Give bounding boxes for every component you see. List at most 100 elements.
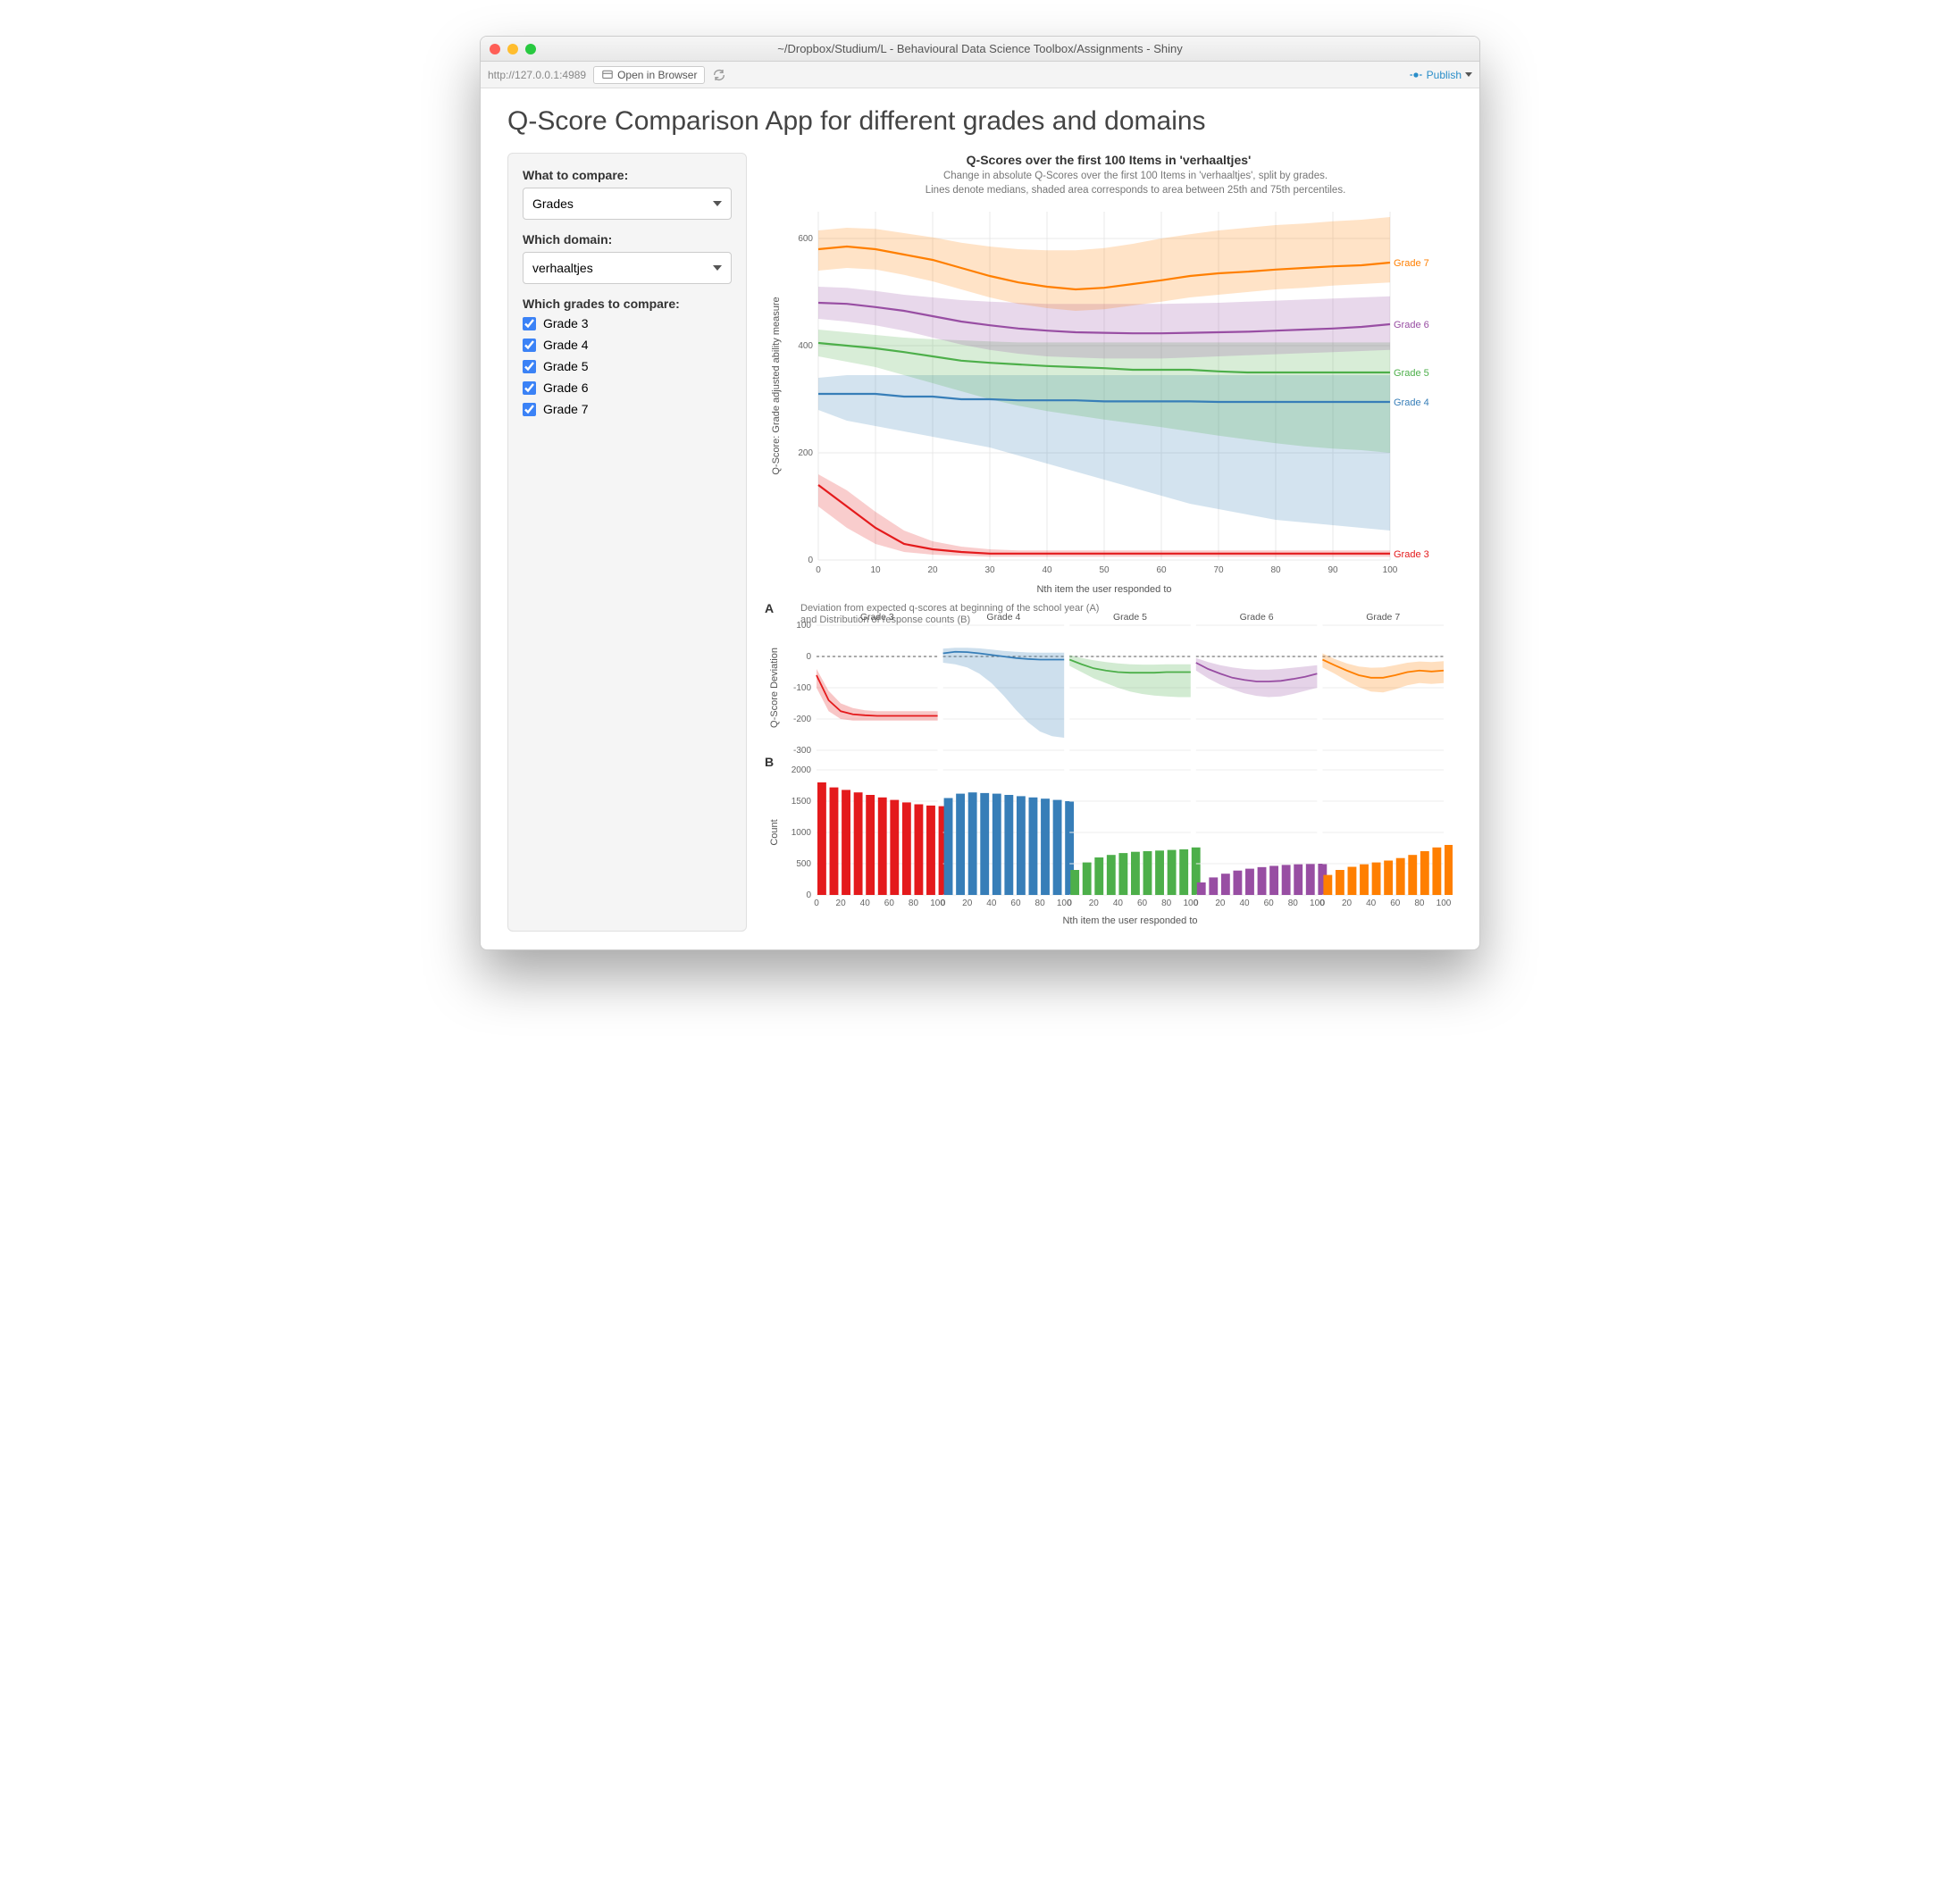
svg-text:60: 60 [1264, 899, 1275, 908]
svg-text:40: 40 [1366, 899, 1377, 908]
domain-select[interactable]: verhaaltjes [523, 252, 732, 284]
svg-text:B: B [765, 755, 774, 769]
checkbox-input[interactable] [523, 381, 536, 395]
svg-text:60: 60 [1137, 899, 1148, 908]
svg-text:60: 60 [884, 899, 895, 908]
chart1-svg: 02004006000102030405060708090100Grade 3G… [765, 203, 1453, 596]
svg-text:100: 100 [1383, 565, 1398, 575]
svg-text:1000: 1000 [792, 828, 812, 838]
checkbox-input[interactable] [523, 360, 536, 373]
chevron-down-icon [713, 265, 722, 271]
open-browser-button[interactable]: Open in Browser [593, 66, 705, 84]
svg-text:20: 20 [836, 899, 847, 908]
svg-text:1500: 1500 [792, 797, 812, 807]
checkbox-input[interactable] [523, 317, 536, 330]
svg-text:Grade 6: Grade 6 [1240, 612, 1274, 623]
svg-text:40: 40 [1042, 565, 1052, 575]
chart1-subtitle: Change in absolute Q-Scores over the fir… [818, 169, 1453, 197]
svg-text:Deviation from expected q-scor: Deviation from expected q-scores at begi… [800, 603, 1099, 614]
checkbox-label: Grade 4 [543, 338, 589, 352]
svg-text:Nth item the user responded to: Nth item the user responded to [1062, 915, 1197, 926]
svg-text:0: 0 [806, 890, 811, 900]
svg-text:60: 60 [1390, 899, 1401, 908]
svg-text:80: 80 [1270, 565, 1281, 575]
svg-text:0: 0 [806, 652, 811, 662]
svg-text:40: 40 [986, 899, 997, 908]
svg-text:-300: -300 [793, 746, 811, 756]
grade-checkbox[interactable]: Grade 7 [523, 402, 732, 416]
chevron-down-icon [1465, 72, 1472, 77]
svg-text:40: 40 [860, 899, 871, 908]
checkbox-input[interactable] [523, 403, 536, 416]
chart1-title: Q-Scores over the first 100 Items in 've… [765, 153, 1453, 167]
svg-text:100: 100 [1436, 899, 1452, 908]
titlebar: ~/Dropbox/Studium/L - Behavioural Data S… [481, 37, 1479, 62]
main-panel: Q-Scores over the first 100 Items in 've… [765, 153, 1453, 932]
svg-text:40: 40 [1113, 899, 1124, 908]
svg-text:20: 20 [927, 565, 938, 575]
browser-icon [601, 69, 614, 81]
page-content: Q-Score Comparison App for different gra… [481, 88, 1479, 949]
svg-text:-100: -100 [793, 683, 811, 693]
svg-text:Grade 5: Grade 5 [1113, 612, 1147, 623]
grades-label: Which grades to compare: [523, 297, 732, 311]
svg-text:20: 20 [1342, 899, 1353, 908]
svg-text:Grade 3: Grade 3 [1394, 549, 1429, 560]
svg-text:Q-Score Deviation: Q-Score Deviation [769, 648, 780, 728]
svg-text:Grade 5: Grade 5 [1394, 368, 1429, 379]
svg-text:Grade 4: Grade 4 [1394, 397, 1429, 408]
svg-text:Grade 3: Grade 3 [860, 612, 894, 623]
svg-text:Grade 4: Grade 4 [986, 612, 1020, 623]
svg-text:0: 0 [808, 556, 813, 565]
window-title: ~/Dropbox/Studium/L - Behavioural Data S… [481, 42, 1479, 55]
svg-text:0: 0 [816, 565, 821, 575]
svg-text:0: 0 [1194, 899, 1199, 908]
svg-text:Count: Count [769, 820, 780, 846]
svg-text:Nth item the user responded to: Nth item the user responded to [1036, 584, 1171, 595]
domain-value: verhaaltjes [532, 261, 593, 275]
checkbox-label: Grade 6 [543, 380, 589, 395]
svg-text:2000: 2000 [792, 765, 812, 775]
svg-text:0: 0 [1320, 899, 1326, 908]
svg-text:20: 20 [1089, 899, 1100, 908]
page-title: Q-Score Comparison App for different gra… [507, 106, 1453, 137]
svg-text:Grade 6: Grade 6 [1394, 320, 1429, 330]
chevron-down-icon [713, 201, 722, 206]
svg-text:80: 80 [1414, 899, 1425, 908]
grade-checkbox[interactable]: Grade 5 [523, 359, 732, 373]
svg-text:70: 70 [1213, 565, 1224, 575]
checkbox-input[interactable] [523, 339, 536, 352]
grade-checkbox[interactable]: Grade 6 [523, 380, 732, 395]
svg-text:60: 60 [1010, 899, 1021, 908]
grade-checkbox[interactable]: Grade 4 [523, 338, 732, 352]
app-window: ~/Dropbox/Studium/L - Behavioural Data S… [480, 36, 1480, 950]
svg-text:30: 30 [984, 565, 995, 575]
grade-checkbox[interactable]: Grade 3 [523, 316, 732, 330]
chart2-svg: ADeviation from expected q-scores at beg… [765, 600, 1453, 927]
svg-text:500: 500 [796, 859, 811, 869]
svg-text:80: 80 [909, 899, 919, 908]
svg-text:-200: -200 [793, 715, 811, 724]
svg-text:20: 20 [1215, 899, 1226, 908]
publish-icon [1409, 68, 1423, 82]
toolbar: http://127.0.0.1:4989 Open in Browser Pu… [481, 62, 1479, 88]
checkbox-label: Grade 7 [543, 402, 589, 416]
svg-text:0: 0 [941, 899, 946, 908]
svg-text:90: 90 [1328, 565, 1338, 575]
checkbox-label: Grade 3 [543, 316, 589, 330]
svg-text:Q-Score: Grade adjusted abilit: Q-Score: Grade adjusted ability measure [771, 297, 782, 475]
svg-text:40: 40 [1239, 899, 1250, 908]
svg-text:80: 80 [1161, 899, 1172, 908]
url-field[interactable]: http://127.0.0.1:4989 [488, 69, 586, 81]
svg-text:100: 100 [796, 621, 811, 631]
svg-text:400: 400 [798, 341, 813, 351]
checkbox-label: Grade 5 [543, 359, 589, 373]
grade-checklist: Grade 3 Grade 4 Grade 5 Grade 6 Grade 7 [523, 316, 732, 416]
compare-select[interactable]: Grades [523, 188, 732, 220]
publish-label: Publish [1427, 69, 1462, 81]
svg-text:80: 80 [1035, 899, 1046, 908]
refresh-icon[interactable] [712, 68, 726, 82]
publish-button[interactable]: Publish [1409, 68, 1472, 82]
svg-text:50: 50 [1099, 565, 1110, 575]
svg-text:20: 20 [962, 899, 973, 908]
